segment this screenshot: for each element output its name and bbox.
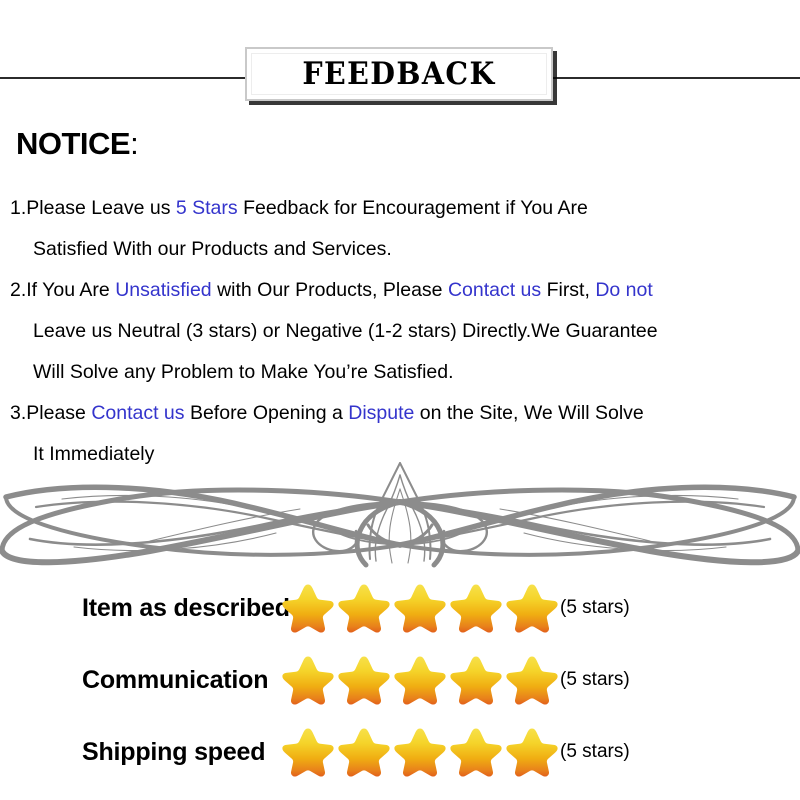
notice-heading: NOTICE: (16, 126, 139, 162)
star-icon[interactable] (506, 582, 558, 635)
star-icon[interactable] (338, 726, 390, 779)
notice-highlight-text: Contact us (91, 402, 185, 424)
filigree-flourish-icon (0, 455, 800, 570)
notice-list: 1.Please Leave us 5 Stars Feedback for E… (10, 188, 800, 475)
notice-text: Feedback for Encouragement if You Are (237, 197, 588, 219)
rating-label: Item as described (82, 593, 290, 622)
notice-text: Satisfied With our Products and Services… (33, 238, 392, 260)
notice-text: 3.Please (10, 402, 92, 424)
star-count-note: (5 stars) (560, 669, 630, 690)
notice-highlight-text: Do not (595, 279, 653, 301)
notice-line: Leave us Neutral (3 stars) or Negative (… (10, 311, 800, 352)
feedback-title-box: FEEDBACK (245, 47, 553, 101)
star-rating[interactable] (282, 582, 558, 635)
notice-highlight-text: Unsatisfied (115, 279, 212, 301)
ornament-divider (0, 455, 800, 570)
notice-highlight-text: Contact us (447, 279, 542, 301)
star-icon[interactable] (450, 582, 502, 635)
notice-highlight-text: 5 Stars (175, 197, 238, 219)
star-icon[interactable] (282, 582, 334, 635)
rating-label: Communication (82, 665, 269, 694)
rating-row: Item as described (5 stars) (0, 572, 800, 644)
star-count-note: (5 stars) (560, 741, 630, 762)
notice-line: Will Solve any Problem to Make You’re Sa… (10, 352, 800, 393)
star-rating[interactable] (282, 654, 558, 707)
star-count-note: (5 stars) (560, 597, 630, 618)
banner-rule-left (0, 77, 248, 79)
notice-text: Before Opening a (184, 402, 349, 424)
star-icon[interactable] (450, 726, 502, 779)
star-icon[interactable] (450, 654, 502, 707)
notice-line: Satisfied With our Products and Services… (10, 229, 800, 270)
banner-rule-right (553, 77, 800, 79)
notice-highlight-text: Dispute (348, 402, 415, 424)
notice-text: Leave us Neutral (3 stars) or Negative (… (33, 320, 658, 342)
notice-text: on the Site, We Will Solve (414, 402, 644, 424)
notice-text: 1.Please Leave us (10, 197, 176, 219)
notice-text: First, (541, 279, 596, 301)
notice-line: 3.Please Contact us Before Opening a Dis… (10, 393, 800, 434)
feedback-banner: FEEDBACK (0, 0, 800, 112)
star-icon[interactable] (506, 654, 558, 707)
banner-title: FEEDBACK (302, 56, 496, 92)
star-icon[interactable] (506, 726, 558, 779)
rating-row: Shipping speed (5 stars) (0, 716, 800, 788)
star-icon[interactable] (338, 582, 390, 635)
rating-row: Communication (5 stars) (0, 644, 800, 716)
notice-text: Will Solve any Problem to Make You’re Sa… (33, 361, 454, 383)
star-icon[interactable] (394, 654, 446, 707)
star-icon[interactable] (282, 726, 334, 779)
star-icon[interactable] (394, 582, 446, 635)
star-rating[interactable] (282, 726, 558, 779)
rating-label: Shipping speed (82, 737, 266, 766)
notice-text: with Our Products, Please (211, 279, 448, 301)
star-icon[interactable] (338, 654, 390, 707)
notice-text: 2.If You Are (10, 279, 116, 301)
notice-line: 2.If You Are Unsatisfied with Our Produc… (10, 270, 800, 311)
notice-heading-colon: : (130, 126, 139, 161)
notice-heading-text: NOTICE (16, 126, 131, 161)
notice-line: 1.Please Leave us 5 Stars Feedback for E… (10, 188, 800, 229)
star-icon[interactable] (394, 726, 446, 779)
star-icon[interactable] (282, 654, 334, 707)
ratings-section: Item as described (5 stars) Communication (… (0, 572, 800, 788)
